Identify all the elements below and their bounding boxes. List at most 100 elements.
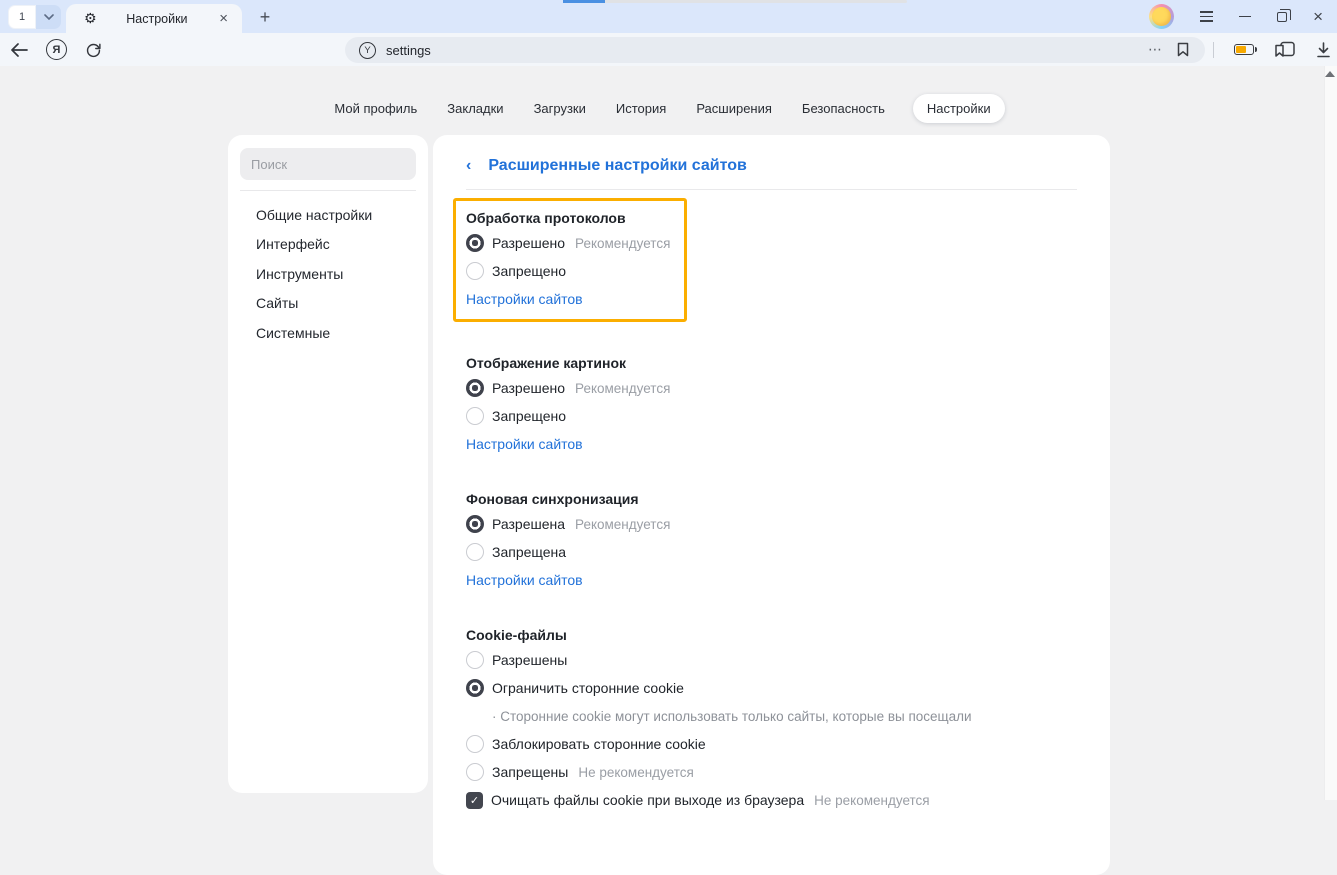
radio-option[interactable]: Запрещено [466, 402, 1077, 430]
radio-option[interactable]: Разрешены [466, 646, 1077, 674]
avatar-face [1152, 7, 1171, 26]
header-divider [466, 189, 1077, 190]
site-settings-link[interactable]: Настройки сайтов [466, 285, 583, 313]
option-label: Запрещено [492, 263, 566, 279]
radio-button[interactable] [466, 234, 484, 252]
tab-list-chevron[interactable] [36, 5, 61, 29]
nav-tab[interactable]: История [614, 94, 668, 123]
option-label: Заблокировать сторонние cookie [492, 736, 706, 752]
tab-count[interactable]: 1 [8, 5, 36, 29]
site-settings-link[interactable]: Настройки сайтов [466, 566, 583, 594]
refresh-icon[interactable] [85, 41, 102, 58]
radio-option[interactable]: Ограничить сторонние cookie [466, 674, 1077, 702]
radio-button[interactable] [466, 515, 484, 533]
content-header: ‹ Расширенные настройки сайтов [466, 153, 1077, 179]
radio-button[interactable] [466, 543, 484, 561]
address-text[interactable]: settings [386, 43, 431, 58]
browser-tab[interactable]: ⚙ Настройки × [66, 4, 242, 33]
radio-option[interactable]: РазрешеноРекомендуется [466, 374, 1077, 402]
settings-nav: Мой профиль Закладки Загрузки История Расшир… [0, 94, 1337, 123]
option-label: Разрешено [492, 235, 565, 251]
radio-button[interactable] [466, 679, 484, 697]
sidebar-item[interactable]: Инструменты [228, 259, 428, 289]
profile-avatar[interactable] [1149, 4, 1174, 29]
address-bar[interactable]: Y settings [345, 37, 1205, 63]
nav-tab[interactable]: Закладки [445, 94, 505, 123]
sidebar-list: Общие настройкиИнтерфейсИнструментыСайты… [228, 200, 428, 348]
section-title: Обработка протоколов [466, 207, 670, 229]
radio-option[interactable]: Запрещено [466, 257, 670, 285]
radio-button[interactable] [466, 651, 484, 669]
option-note: Рекомендуется [575, 517, 670, 532]
nav-tab[interactable]: Настройки [913, 94, 1005, 123]
sidebar-divider [240, 190, 416, 191]
radio-option[interactable]: РазрешенаРекомендуется [466, 510, 1077, 538]
site-icon: Y [359, 42, 376, 59]
tab-counter[interactable]: 1 [8, 5, 61, 29]
option-label: Запрещена [492, 544, 566, 560]
nav-tab[interactable]: Расширения [694, 94, 774, 123]
radio-option[interactable]: Запрещены Не рекомендуется [466, 758, 1077, 786]
option-label: Ограничить сторонние cookie [492, 680, 684, 696]
tab-title: Настройки [97, 12, 218, 26]
settings-sidebar: Общие настройкиИнтерфейсИнструментыСайты… [228, 135, 428, 793]
tab-strip: 1 ⚙ Настройки × + × [0, 0, 1337, 33]
sections: Обработка протоколов Разрешено Рекомендует… [466, 198, 1077, 814]
back-chevron-icon[interactable]: ‹ [466, 157, 471, 175]
browser-toolbar: Я Y settings Настройки ⋯ [0, 33, 1337, 66]
nav-tab[interactable]: Мой профиль [332, 94, 419, 123]
radio-button[interactable] [466, 763, 484, 781]
option-note: Не рекомендуется [578, 765, 693, 780]
menu-icon[interactable] [1200, 11, 1213, 22]
radio-button[interactable] [466, 735, 484, 753]
sidebar-item[interactable]: Сайты [228, 289, 428, 319]
option-note: Рекомендуется [575, 236, 670, 251]
nav-tab[interactable]: Безопасность [800, 94, 887, 123]
progress-fill [563, 0, 605, 3]
settings-section: Cookie-файлыРазрешеныОграничить сторонни… [466, 624, 1077, 814]
more-icon[interactable]: ⋯ [1148, 41, 1163, 58]
nav-tab[interactable]: Загрузки [532, 94, 588, 123]
search-input[interactable] [240, 148, 416, 180]
window-controls: × [1149, 0, 1337, 33]
settings-page: Мой профиль Закладки Загрузки История Расшир… [0, 66, 1337, 800]
sidebar-item[interactable]: Системные [228, 318, 428, 348]
option-label: Разрешено [492, 380, 565, 396]
radio-button[interactable] [466, 379, 484, 397]
section-title: Отображение картинок [466, 352, 1077, 374]
close-tab-icon[interactable]: × [217, 10, 230, 27]
toolbar-divider [1213, 42, 1214, 58]
checkbox[interactable]: ✓ [466, 792, 483, 809]
radio-option[interactable]: Разрешено Рекомендуется [466, 229, 670, 257]
tab-progress-bar [563, 0, 907, 3]
checkbox-option[interactable]: ✓ Очищать файлы cookie при выходе из брау… [466, 786, 1077, 814]
site-settings-link[interactable]: Настройки сайтов [466, 430, 583, 458]
yandex-logo-icon[interactable]: Я [46, 39, 67, 60]
page-title[interactable]: Расширенные настройки сайтов [488, 157, 746, 175]
settings-section: Отображение картинокРазрешеноРекомендует… [466, 352, 1077, 458]
scroll-up-arrow-icon[interactable] [1325, 71, 1335, 77]
battery-icon[interactable] [1234, 44, 1254, 55]
download-icon[interactable] [1316, 42, 1331, 58]
restore-window-icon[interactable] [1277, 12, 1287, 22]
radio-button[interactable] [466, 407, 484, 425]
close-window-icon[interactable]: × [1313, 8, 1323, 25]
option-label: Очищать файлы cookie при выходе из брауз… [491, 792, 804, 808]
radio-button[interactable] [466, 262, 484, 280]
option-label: Запрещены [492, 764, 568, 780]
sidebar-item[interactable]: Общие настройки [228, 200, 428, 230]
settings-section: Фоновая синхронизацияРазрешенаРекомендуе… [466, 488, 1077, 594]
new-tab-button[interactable]: + [252, 4, 278, 30]
bookmark-icon[interactable] [1177, 42, 1189, 57]
minimize-icon[interactable] [1239, 16, 1251, 18]
chevron-down-icon [44, 14, 54, 20]
sidebar-item[interactable]: Интерфейс [228, 230, 428, 260]
option-label: Разрешены [492, 652, 567, 668]
settings-section: Обработка протоколов Разрешено Рекомендует… [453, 198, 687, 322]
option-note: Не рекомендуется [814, 793, 929, 808]
radio-option[interactable]: Запрещена [466, 538, 1077, 566]
back-icon[interactable] [10, 43, 28, 57]
collections-icon[interactable] [1274, 41, 1296, 58]
scrollbar[interactable] [1324, 66, 1337, 800]
radio-option[interactable]: Заблокировать сторонние cookie [466, 730, 1077, 758]
